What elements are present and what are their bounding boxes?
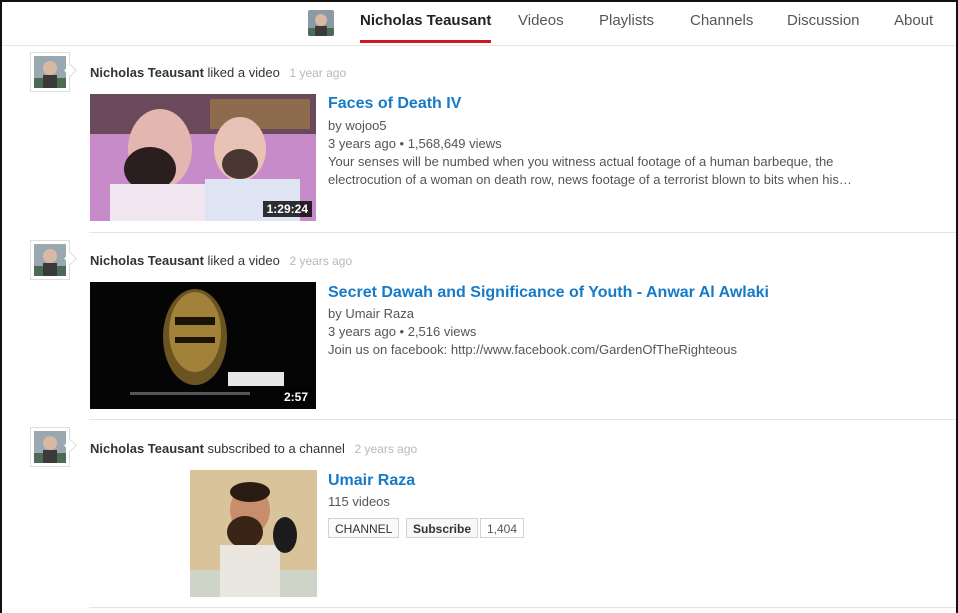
activity-actor[interactable]: Nicholas Teausant bbox=[90, 253, 204, 268]
activity-time: 2 years ago bbox=[354, 442, 418, 456]
video-description: Join us on facebook: http://www.facebook… bbox=[328, 342, 738, 357]
subscriber-count: 1,404 bbox=[480, 518, 525, 538]
tab-about[interactable]: About bbox=[894, 2, 933, 43]
video-duration: 2:57 bbox=[279, 389, 312, 405]
video-duration: 1:29:24 bbox=[262, 201, 312, 217]
tab-home[interactable]: Nicholas Teausant bbox=[360, 2, 492, 43]
channel-thumbnail[interactable] bbox=[190, 470, 317, 597]
channel-name[interactable]: Umair Raza bbox=[328, 472, 415, 490]
activity-time: 1 year ago bbox=[289, 66, 347, 80]
activity-line: Nicholas Teausant liked a video 2 years … bbox=[90, 253, 352, 268]
activity-actor[interactable]: Nicholas Teausant bbox=[90, 441, 204, 456]
feed-divider bbox=[89, 419, 956, 420]
activity-actor[interactable]: Nicholas Teausant bbox=[90, 65, 204, 80]
activity-action: liked a video bbox=[207, 65, 280, 80]
channel-badge: CHANNEL bbox=[328, 518, 400, 538]
channel-page: Nicholas Teausant Videos Playlists Chann… bbox=[0, 0, 958, 613]
video-uploader[interactable]: by wojoo5 bbox=[328, 118, 387, 133]
video-uploader[interactable]: by Umair Raza bbox=[328, 306, 414, 321]
subscribe-button[interactable]: Subscribe bbox=[406, 518, 479, 538]
channel-avatar[interactable] bbox=[308, 10, 334, 36]
tab-channels[interactable]: Channels bbox=[690, 2, 753, 43]
video-description: Your senses will be numbed when you witn… bbox=[328, 154, 852, 187]
video-thumbnail[interactable]: 1:29:24 bbox=[90, 94, 316, 221]
tab-videos[interactable]: Videos bbox=[518, 2, 564, 43]
channel-video-count: 115 videos bbox=[328, 494, 390, 509]
feed-divider bbox=[89, 232, 956, 233]
activity-action: liked a video bbox=[207, 253, 280, 268]
activity-line: Nicholas Teausant subscribed to a channe… bbox=[90, 441, 417, 456]
video-title[interactable]: Secret Dawah and Significance of Youth -… bbox=[328, 284, 769, 302]
video-title[interactable]: Faces of Death IV bbox=[328, 95, 461, 113]
video-stats: 3 years ago • 1,568,649 views bbox=[328, 136, 502, 151]
feed-divider bbox=[89, 607, 956, 608]
video-thumbnail[interactable]: 2:57 bbox=[90, 282, 316, 409]
tab-discussion[interactable]: Discussion bbox=[787, 2, 860, 43]
feed-actor-avatar[interactable] bbox=[30, 240, 70, 280]
feed-actor-avatar[interactable] bbox=[30, 427, 70, 467]
feed-actor-avatar[interactable] bbox=[30, 52, 70, 92]
video-stats: 3 years ago • 2,516 views bbox=[328, 324, 477, 339]
channel-nav: Nicholas Teausant Videos Playlists Chann… bbox=[2, 2, 956, 46]
activity-line: Nicholas Teausant liked a video 1 year a… bbox=[90, 65, 346, 80]
tab-playlists[interactable]: Playlists bbox=[599, 2, 654, 43]
activity-action: subscribed to a channel bbox=[207, 441, 345, 456]
activity-time: 2 years ago bbox=[289, 254, 353, 268]
